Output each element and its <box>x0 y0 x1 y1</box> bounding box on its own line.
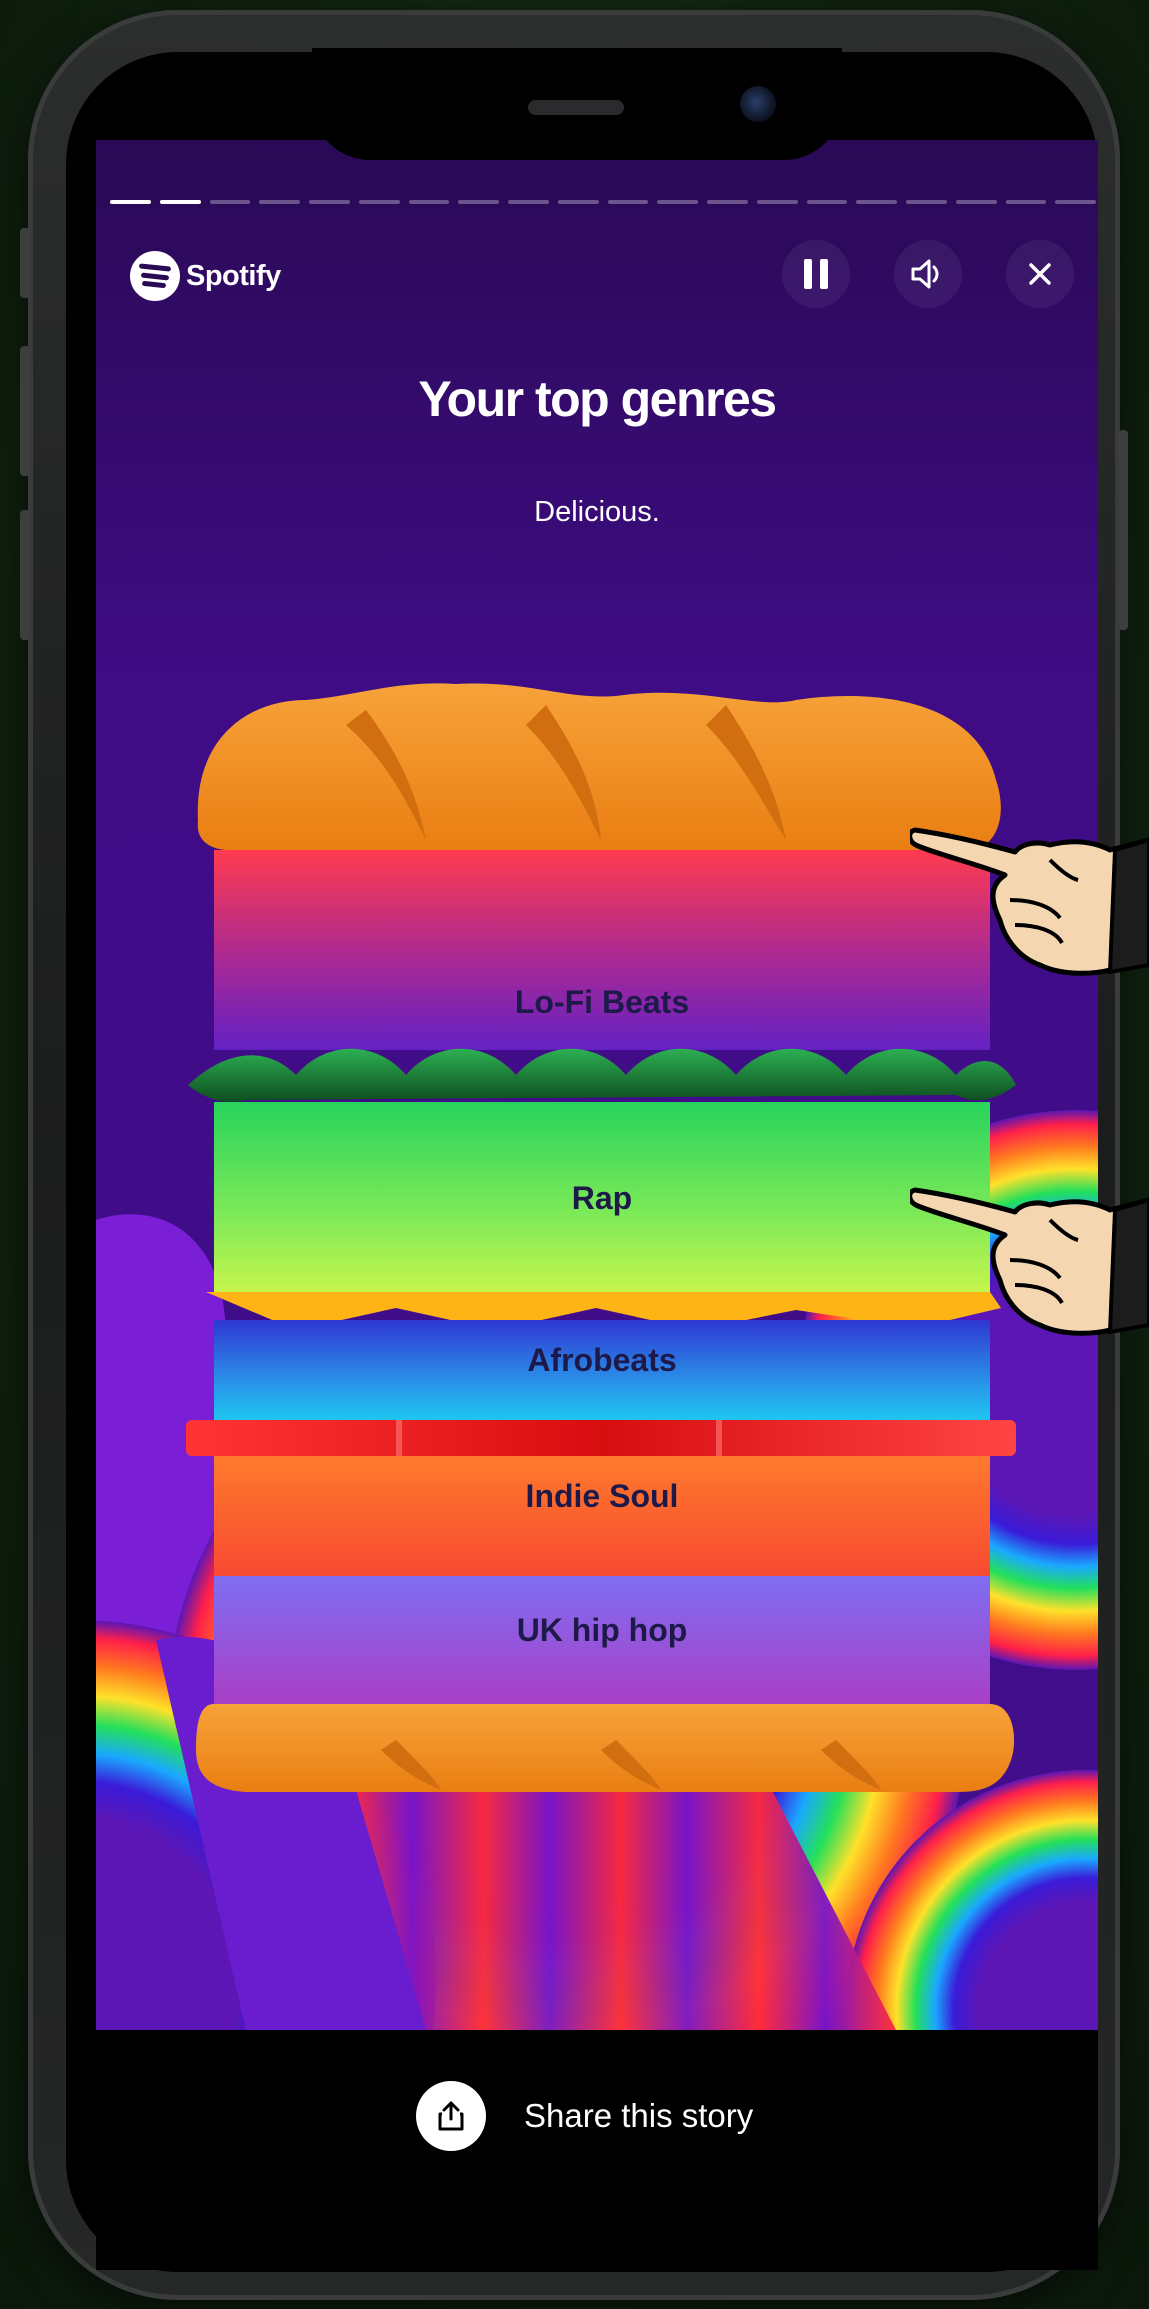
front-camera <box>740 86 776 122</box>
close-button[interactable] <box>1006 240 1074 308</box>
pointing-hand-icon <box>910 827 1149 976</box>
progress-segment <box>508 200 549 204</box>
progress-segment <box>159 200 201 204</box>
share-icon-circle <box>416 2081 486 2151</box>
progress-segment <box>707 200 748 204</box>
progress-segment <box>955 200 997 204</box>
progress-segment <box>806 200 848 204</box>
spotify-icon <box>130 251 180 301</box>
progress-segment <box>209 200 251 204</box>
genre-label: Afrobeats <box>527 1342 677 1378</box>
progress-segment <box>309 200 350 204</box>
progress-segment <box>856 200 897 204</box>
volume-down-button <box>20 510 30 640</box>
progress-segment <box>756 200 798 204</box>
progress-segment <box>259 200 300 204</box>
progress-segment <box>110 200 151 204</box>
power-button <box>1118 430 1128 630</box>
share-icon <box>438 2101 464 2131</box>
volume-button[interactable] <box>894 240 962 308</box>
story-progress-bar <box>110 200 1096 206</box>
progress-segment <box>1055 200 1096 204</box>
share-story-button[interactable]: Share this story <box>416 2076 753 2156</box>
mute-switch <box>20 228 30 298</box>
progress-segment <box>408 200 450 204</box>
close-icon <box>1029 263 1051 285</box>
volume-up-button <box>20 346 30 476</box>
progress-segment <box>607 200 649 204</box>
earpiece-speaker <box>528 100 624 115</box>
pause-icon <box>804 259 828 289</box>
genre-label: Indie Soul <box>525 1478 679 1514</box>
progress-segment <box>657 200 698 204</box>
pointing-hand-icon <box>910 1187 1149 1336</box>
progress-segment <box>906 200 947 204</box>
pause-button[interactable] <box>782 240 850 308</box>
spotify-logo: Spotify <box>130 248 281 304</box>
progress-segment <box>1005 200 1047 204</box>
progress-segment <box>358 200 400 204</box>
progress-segment <box>458 200 499 204</box>
story-header: Spotify <box>96 240 1098 310</box>
share-label: Share this story <box>524 2097 754 2134</box>
brand-name: Spotify <box>186 259 281 292</box>
genre-label: Rap <box>571 1180 633 1216</box>
genre-label: Lo-Fi Beats <box>514 984 690 1020</box>
genre-label: UK hip hop <box>516 1612 688 1648</box>
story-subtitle: Delicious. <box>534 496 660 528</box>
progress-segment <box>557 200 599 204</box>
volume-icon <box>911 259 939 289</box>
story-title: Your top genres <box>418 371 777 427</box>
